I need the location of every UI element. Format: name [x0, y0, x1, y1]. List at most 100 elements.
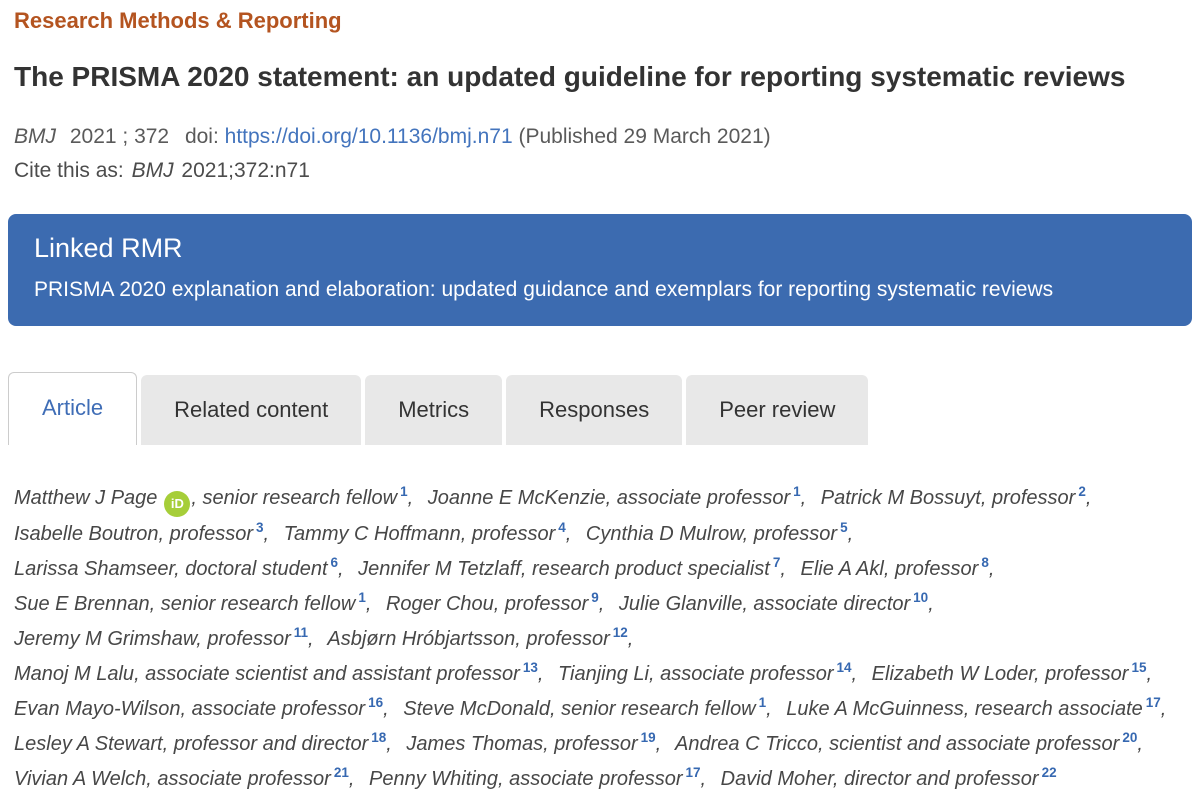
author-name[interactable]: Matthew J Page: [14, 487, 157, 509]
affiliation-number[interactable]: 1: [400, 484, 408, 499]
citation-line: BMJ 2021 ; 372 doi: https://doi.org/10.1…: [14, 122, 1186, 152]
affiliation-number[interactable]: 12: [613, 625, 628, 640]
affiliation-number[interactable]: 17: [685, 765, 700, 780]
tab-related-content[interactable]: Related content: [141, 375, 361, 445]
author-name[interactable]: Penny Whiting: [369, 768, 498, 790]
author-name[interactable]: Patrick M Bossuyt: [821, 487, 981, 509]
author-name[interactable]: Tammy C Hoffmann: [284, 523, 461, 545]
author-name[interactable]: Elizabeth W Loder: [872, 663, 1034, 685]
author-entry: Larissa Shamseer, doctoral student6,: [14, 558, 344, 580]
affiliation-number[interactable]: 19: [641, 730, 656, 745]
author-name[interactable]: Luke A McGuinness: [786, 698, 964, 720]
affiliation-number[interactable]: 11: [294, 625, 308, 640]
author-entry: Manoj M Lalu, associate scientist and as…: [14, 663, 543, 685]
affiliation-number[interactable]: 1: [793, 484, 801, 499]
author-entry: Sue E Brennan, senior research fellow1,: [14, 593, 371, 615]
affiliation-number[interactable]: 14: [837, 660, 852, 675]
affiliation-number[interactable]: 5: [840, 520, 848, 535]
affiliation-number[interactable]: 10: [913, 590, 928, 605]
author-entry: Penny Whiting, associate professor17,: [369, 768, 706, 790]
author-entry: Jeremy M Grimshaw, professor11,: [14, 628, 314, 650]
affiliation-number[interactable]: 17: [1146, 695, 1161, 710]
linked-rmr-article-link[interactable]: PRISMA 2020 explanation and elaboration:…: [34, 278, 1053, 302]
affiliation-number[interactable]: 15: [1131, 660, 1146, 675]
citation-year-volume: 2021 ; 372: [70, 125, 169, 148]
published-date: (Published 29 March 2021): [518, 125, 770, 148]
author-name[interactable]: Tianjing Li: [558, 663, 649, 685]
tab-article[interactable]: Article: [8, 372, 137, 445]
linked-rmr-panel: Linked RMR PRISMA 2020 explanation and e…: [8, 214, 1192, 326]
author-entry: Luke A McGuinness, research associate17,: [786, 698, 1166, 720]
affiliation-number[interactable]: 1: [759, 695, 767, 710]
author-name[interactable]: Lesley A Stewart: [14, 733, 163, 755]
affiliation-number[interactable]: 22: [1042, 765, 1057, 780]
tab-metrics[interactable]: Metrics: [365, 375, 502, 445]
author-name[interactable]: Elie A Akl: [800, 558, 883, 580]
tab-responses[interactable]: Responses: [506, 375, 682, 445]
author-name[interactable]: Cynthia D Mulrow: [586, 523, 743, 545]
author-name[interactable]: Andrea C Tricco: [675, 733, 818, 755]
author-entry: Evan Mayo-Wilson, associate professor16,: [14, 698, 389, 720]
affiliation-number[interactable]: 6: [331, 555, 339, 570]
author-entry: Jennifer M Tetzlaff, research product sp…: [358, 558, 786, 580]
author-entry: Andrea C Tricco, scientist and associate…: [675, 733, 1143, 755]
author-name[interactable]: Joanne E McKenzie: [428, 487, 606, 509]
author-entry: David Moher, director and professor22: [721, 768, 1057, 790]
affiliation-number[interactable]: 8: [981, 555, 989, 570]
author-name[interactable]: Manoj M Lalu: [14, 663, 134, 685]
author-entry: Cynthia D Mulrow, professor5,: [586, 523, 853, 545]
affiliation-number[interactable]: 2: [1078, 484, 1086, 499]
doi-label: doi:: [185, 125, 219, 148]
author-entry: Elie A Akl, professor8,: [800, 558, 994, 580]
tab-peer-review[interactable]: Peer review: [686, 375, 868, 445]
orcid-icon[interactable]: iD: [164, 491, 190, 517]
doi-link[interactable]: https://doi.org/10.1136/bmj.n71: [225, 125, 513, 148]
cite-as-ref: 2021;372:n71: [181, 159, 309, 182]
author-name[interactable]: Steve McDonald: [403, 698, 550, 720]
author-entry: Joanne E McKenzie, associate professor1,: [428, 487, 807, 509]
affiliation-number[interactable]: 4: [558, 520, 566, 535]
author-name[interactable]: Larissa Shamseer: [14, 558, 174, 580]
author-list: Matthew J PageiD, senior research fellow…: [14, 475, 1186, 797]
tab-bar: ArticleRelated contentMetricsResponsesPe…: [8, 372, 1192, 445]
author-entry: Matthew J PageiD, senior research fellow…: [14, 487, 413, 509]
affiliation-number[interactable]: 1: [358, 590, 366, 605]
affiliation-number[interactable]: 16: [368, 695, 383, 710]
affiliation-number[interactable]: 7: [773, 555, 781, 570]
journal-name: BMJ: [14, 125, 56, 148]
affiliation-number[interactable]: 9: [591, 590, 599, 605]
affiliation-number[interactable]: 18: [371, 730, 386, 745]
author-name[interactable]: James Thomas: [406, 733, 543, 755]
author-entry: Elizabeth W Loder, professor15,: [872, 663, 1152, 685]
author-name[interactable]: Julie Glanville: [619, 593, 742, 615]
author-name[interactable]: Jennifer M Tetzlaff: [358, 558, 521, 580]
author-entry: Roger Chou, professor9,: [386, 593, 604, 615]
author-entry: Vivian A Welch, associate professor21,: [14, 768, 354, 790]
cite-as-line: Cite this as: BMJ 2021;372:n71: [14, 156, 1186, 186]
affiliation-number[interactable]: 21: [334, 765, 349, 780]
affiliation-number[interactable]: 13: [523, 660, 538, 675]
cite-as-prefix: Cite this as:: [14, 159, 124, 182]
cite-as-journal: BMJ: [132, 159, 174, 182]
affiliation-number[interactable]: 3: [256, 520, 264, 535]
author-entry: Asbjørn Hróbjartsson, professor12,: [327, 628, 633, 650]
author-name[interactable]: Isabelle Boutron: [14, 523, 159, 545]
author-entry: Isabelle Boutron, professor3,: [14, 523, 269, 545]
author-entry: Tianjing Li, associate professor14,: [558, 663, 857, 685]
author-name[interactable]: David Moher: [721, 768, 833, 790]
author-name[interactable]: Evan Mayo-Wilson: [14, 698, 181, 720]
author-entry: James Thomas, professor19,: [406, 733, 661, 755]
linked-rmr-title: Linked RMR: [34, 233, 1166, 264]
article-category-link[interactable]: Research Methods & Reporting: [14, 8, 1186, 34]
author-name[interactable]: Jeremy M Grimshaw: [14, 628, 196, 650]
author-name[interactable]: Sue E Brennan: [14, 593, 150, 615]
author-entry: Tammy C Hoffmann, professor4,: [284, 523, 572, 545]
author-name[interactable]: Roger Chou: [386, 593, 494, 615]
author-name[interactable]: Vivian A Welch: [14, 768, 146, 790]
article-title: The PRISMA 2020 statement: an updated gu…: [14, 58, 1186, 96]
author-entry: Julie Glanville, associate director10,: [619, 593, 934, 615]
affiliation-number[interactable]: 20: [1122, 730, 1137, 745]
author-entry: Steve McDonald, senior research fellow1,: [403, 698, 771, 720]
author-entry: Lesley A Stewart, professor and director…: [14, 733, 392, 755]
author-name[interactable]: Asbjørn Hróbjartsson: [327, 628, 515, 650]
